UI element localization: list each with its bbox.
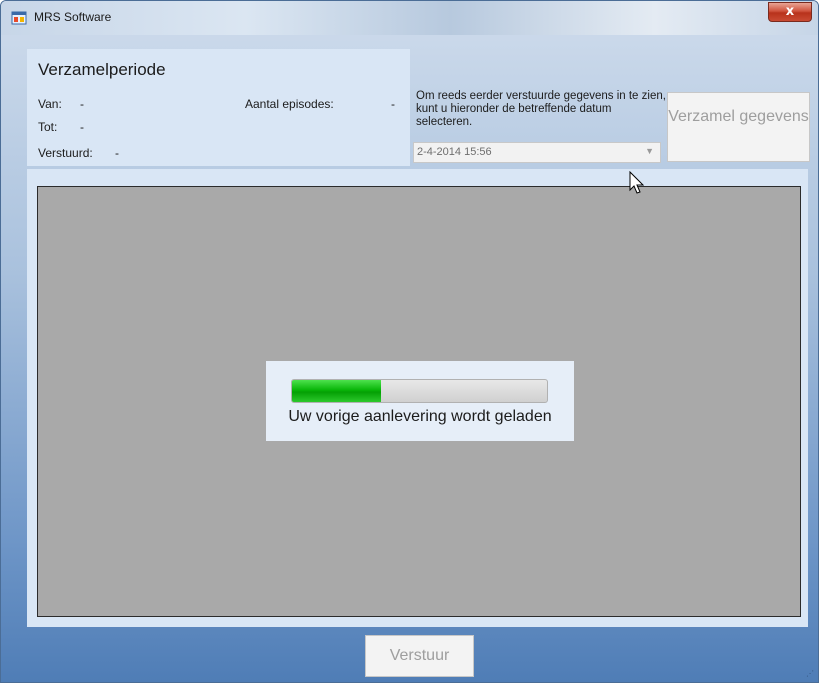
verstuurd-label: Verstuurd: xyxy=(38,146,93,160)
chevron-down-icon[interactable]: ▼ xyxy=(645,146,654,156)
van-value: - xyxy=(80,97,84,111)
main-panel: Uw vorige aanlevering wordt geladen xyxy=(27,169,808,627)
episodes-label: Aantal episodes: xyxy=(245,97,334,111)
date-select-value: 2-4-2014 15:56 xyxy=(417,146,492,158)
loading-box: Uw vorige aanlevering wordt geladen xyxy=(266,361,574,441)
window-title: MRS Software xyxy=(34,10,112,24)
history-info: Om reeds eerder verstuurde gegevens in t… xyxy=(416,90,666,128)
app-window: MRS Software x Verzamelperiode Van: - To… xyxy=(0,0,819,683)
mouse-cursor-icon xyxy=(629,171,645,194)
close-icon: x xyxy=(785,4,795,19)
close-button[interactable]: x xyxy=(768,2,812,22)
episodes-value: - xyxy=(391,97,395,111)
date-select[interactable]: 2-4-2014 15:56 ▼ xyxy=(413,142,661,163)
title-bar[interactable]: MRS Software x xyxy=(1,1,818,35)
resize-grip-icon[interactable]: ⋰ xyxy=(806,669,814,678)
client-area: Verzamelperiode Van: - Tot: - Verstuurd:… xyxy=(9,35,810,677)
content-area: Uw vorige aanlevering wordt geladen xyxy=(37,186,801,617)
tot-value: - xyxy=(80,120,84,134)
verstuurd-value: - xyxy=(115,146,119,160)
send-button[interactable]: Verstuur xyxy=(365,635,474,677)
van-label: Van: xyxy=(38,97,62,111)
app-icon xyxy=(11,11,27,25)
loading-message: Uw vorige aanlevering wordt geladen xyxy=(288,408,552,425)
progress-bar xyxy=(291,379,548,403)
tot-label: Tot: xyxy=(38,120,58,134)
period-heading: Verzamelperiode xyxy=(38,60,166,79)
collect-data-button[interactable]: Verzamel gegevens xyxy=(667,92,810,162)
history-panel: Om reeds eerder verstuurde gegevens in t… xyxy=(410,49,810,166)
progress-fill xyxy=(292,380,382,402)
period-panel: Verzamelperiode Van: - Tot: - Verstuurd:… xyxy=(27,49,410,166)
